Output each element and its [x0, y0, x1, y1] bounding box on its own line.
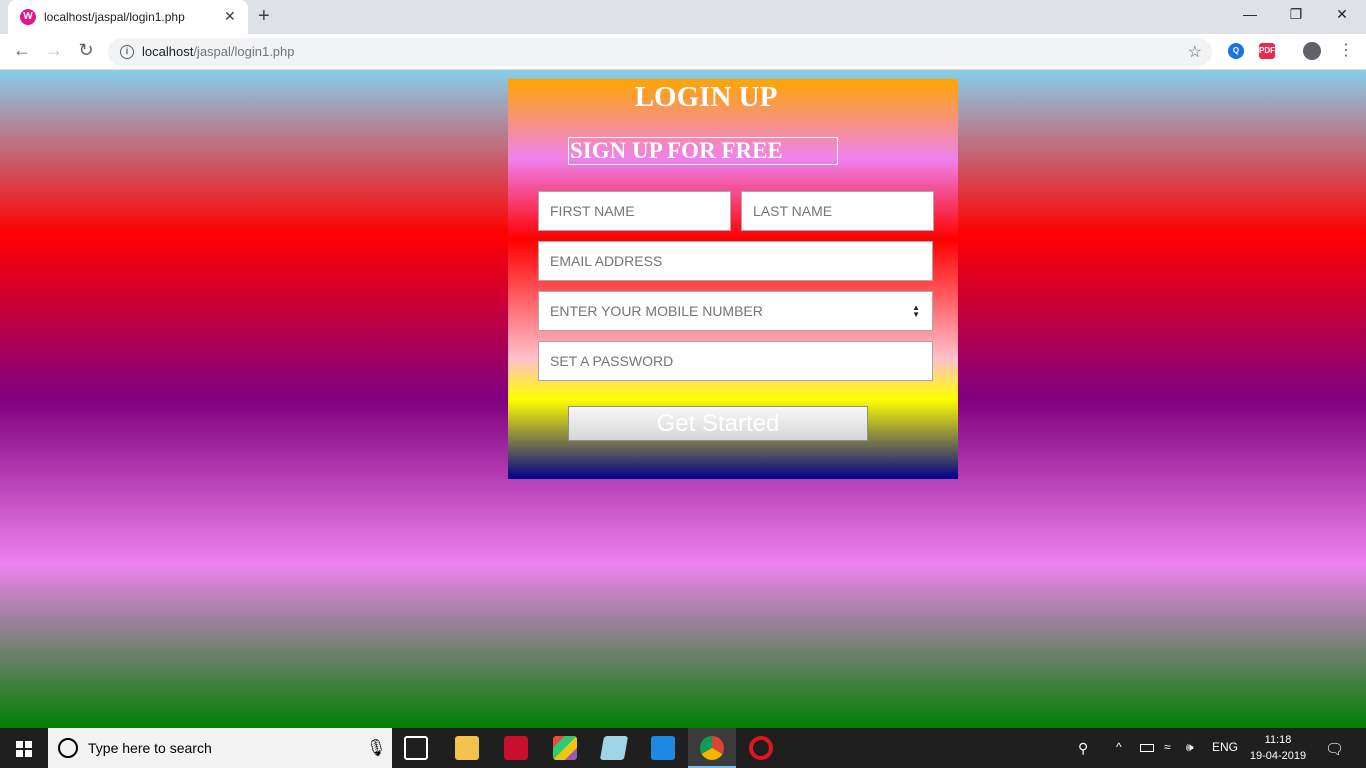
windows-logo-icon	[25, 750, 32, 757]
url-path: /jaspal/login1.php	[193, 44, 295, 59]
clock-time: 11:18	[1264, 734, 1292, 746]
signup-subtitle: SIGN UP FOR FREE	[568, 137, 838, 165]
forward-button[interactable]: →	[42, 40, 66, 61]
profile-avatar-icon[interactable]	[1303, 42, 1321, 60]
pdf-extension-icon[interactable]: PDF	[1259, 43, 1275, 59]
battery-icon[interactable]	[1140, 744, 1154, 752]
mobile-number-input[interactable]	[539, 292, 899, 330]
page-background: LOGIN UP SIGN UP FOR FREE ▲ ▼ Get Starte…	[0, 70, 1366, 728]
close-window-button[interactable]: ✕	[1332, 6, 1352, 23]
start-button[interactable]	[0, 728, 48, 768]
site-info-icon[interactable]: i	[120, 45, 134, 59]
chrome-taskbar-button[interactable]	[688, 728, 736, 768]
windows-logo-icon	[16, 750, 23, 757]
restore-window-button[interactable]: ❐	[1286, 6, 1306, 23]
reload-button[interactable]: ↻	[74, 40, 98, 61]
windows-logo-icon	[25, 741, 32, 748]
search-extension-icon[interactable]: Q	[1228, 43, 1244, 59]
browser-toolbar: ← → ↻ i localhost/jaspal/login1.php ☆ Q …	[0, 34, 1366, 70]
chrome-icon	[700, 736, 724, 760]
url-text[interactable]: localhost/jaspal/login1.php	[142, 44, 295, 59]
spinner-down-icon[interactable]: ▼	[912, 311, 920, 319]
number-spinner[interactable]: ▲ ▼	[912, 304, 920, 319]
action-center-icon[interactable]: 🗨	[1325, 740, 1344, 758]
wifi-icon[interactable]: ≈	[1164, 740, 1171, 754]
minimize-window-button[interactable]: —	[1240, 6, 1260, 22]
first-name-input[interactable]	[538, 191, 731, 231]
page-title: LOGIN UP	[634, 81, 778, 113]
notepad-app-icon[interactable]	[599, 736, 629, 760]
taskbar-search-box[interactable]: Type here to search 🎙	[48, 728, 392, 768]
windows-taskbar: Type here to search 🎙 ⚲ ^ ≈ 🕪 ENG 11:18 …	[0, 728, 1366, 768]
opera-icon[interactable]	[749, 736, 773, 760]
bookmark-star-icon[interactable]: ☆	[1188, 42, 1202, 62]
windows-security-icon[interactable]	[651, 736, 675, 760]
input-language[interactable]: ENG	[1212, 740, 1238, 754]
back-button[interactable]: ←	[10, 40, 34, 61]
url-host: localhost	[142, 44, 194, 59]
browser-tab-bar: W localhost/jaspal/login1.php ✕ + — ❐ ✕	[0, 0, 1366, 34]
microphone-icon[interactable]: 🎙	[366, 738, 386, 758]
mobile-number-field[interactable]: ▲ ▼	[538, 291, 933, 331]
winrar-icon[interactable]	[553, 736, 577, 760]
file-explorer-icon[interactable]	[455, 736, 479, 760]
wamp-favicon-icon: W	[20, 9, 36, 25]
tray-overflow-chevron-icon[interactable]: ^	[1116, 740, 1122, 754]
get-started-button[interactable]: Get Started	[568, 406, 868, 441]
people-icon[interactable]: ⚲	[1078, 740, 1088, 757]
signup-form-card: LOGIN UP SIGN UP FOR FREE ▲ ▼ Get Starte…	[508, 79, 958, 479]
email-input[interactable]	[538, 241, 933, 281]
browser-tab[interactable]: W localhost/jaspal/login1.php ✕	[8, 0, 248, 34]
task-view-icon[interactable]	[404, 736, 428, 760]
clock-date: 19-04-2019	[1249, 750, 1307, 762]
system-clock[interactable]: 11:18 19-04-2019	[1248, 732, 1308, 764]
cortana-icon	[58, 738, 78, 758]
windows-logo-icon	[16, 741, 23, 748]
address-bar[interactable]: i localhost/jaspal/login1.php ☆	[108, 38, 1212, 66]
tab-close-icon[interactable]: ✕	[224, 8, 236, 25]
last-name-input[interactable]	[741, 191, 934, 231]
tab-title: localhost/jaspal/login1.php	[44, 10, 185, 24]
acrobat-reader-icon[interactable]	[504, 736, 528, 760]
volume-icon[interactable]: 🕪	[1186, 740, 1194, 755]
password-input[interactable]	[538, 341, 933, 381]
new-tab-button[interactable]: +	[258, 5, 270, 28]
taskbar-search-placeholder: Type here to search	[88, 740, 212, 756]
browser-menu-icon[interactable]: ⋮	[1338, 40, 1354, 60]
